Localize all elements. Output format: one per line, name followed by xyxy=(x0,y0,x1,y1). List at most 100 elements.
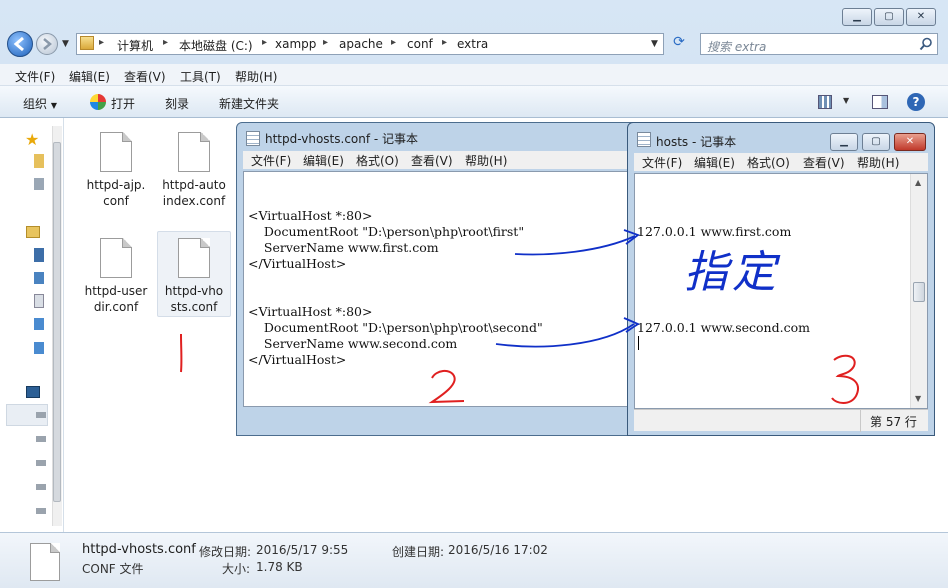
favorites-star-icon[interactable]: ★ xyxy=(25,130,39,149)
arrow-annotation-first xyxy=(514,229,640,256)
drive-icon[interactable] xyxy=(36,460,46,466)
menu-file[interactable]: 文件(F) xyxy=(251,152,291,169)
annotation-zhiding: 指定 xyxy=(684,247,780,298)
open-button[interactable]: 打开 xyxy=(111,95,135,112)
annotation-2 xyxy=(428,370,465,404)
documents-icon[interactable] xyxy=(34,294,44,308)
menu-help[interactable]: 帮助(H) xyxy=(235,68,277,85)
minimize-button[interactable]: ▁ xyxy=(830,133,858,151)
menu-tools[interactable]: 工具(T) xyxy=(180,68,221,85)
command-bar: 组织 ▼ 打开 刻录 新建文件夹 ▼ ? xyxy=(0,86,948,118)
music-icon[interactable] xyxy=(34,318,44,330)
preview-pane-icon[interactable] xyxy=(872,95,888,109)
menu-file[interactable]: 文件(F) xyxy=(15,68,55,85)
menu-help[interactable]: 帮助(H) xyxy=(465,152,507,169)
arrow-annotation-second xyxy=(495,317,640,348)
hosts-notepad-menu: 文件(F) 编辑(E) 格式(O) 查看(V) 帮助(H) xyxy=(634,153,928,171)
navigation-pane: ★ xyxy=(0,118,64,532)
status-bar: 第 57 行 xyxy=(634,409,928,432)
breadcrumb-item[interactable]: extra xyxy=(457,37,488,51)
scroll-down-icon[interactable]: ▼ xyxy=(915,394,921,403)
view-dropdown-icon[interactable]: ▼ xyxy=(843,96,849,105)
new-folder-button[interactable]: 新建文件夹 xyxy=(219,95,279,112)
drive-icon[interactable] xyxy=(36,484,46,490)
forward-button[interactable] xyxy=(36,33,58,55)
breadcrumb-item[interactable]: 计算机 xyxy=(117,37,153,54)
help-icon[interactable]: ? xyxy=(907,93,925,111)
notepad-icon xyxy=(246,131,260,146)
file-icon[interactable] xyxy=(100,132,132,172)
hosts-editor[interactable]: 127.0.0.1 www.first.com 127.0.0.1 www.se… xyxy=(634,173,928,409)
details-size-value: 1.78 KB xyxy=(256,560,303,574)
menu-view[interactable]: 查看(V) xyxy=(411,152,453,169)
nav-scrollbar-thumb[interactable] xyxy=(53,142,61,502)
scroll-up-icon[interactable]: ▲ xyxy=(915,178,921,187)
history-dropdown-icon[interactable]: ▼ xyxy=(62,39,69,49)
breadcrumb-item[interactable]: conf xyxy=(407,37,433,51)
breadcrumb-item[interactable]: 本地磁盘 (C:) xyxy=(179,37,253,54)
file-icon[interactable] xyxy=(178,132,210,172)
libraries-icon[interactable] xyxy=(26,226,40,238)
minimize-button[interactable]: ▁ xyxy=(842,8,872,26)
menu-view[interactable]: 查看(V) xyxy=(124,68,166,85)
menu-file[interactable]: 文件(F) xyxy=(642,154,682,171)
file-item-httpd-vhosts[interactable]: httpd-vho sts.conf xyxy=(158,283,230,315)
close-button[interactable]: ✕ xyxy=(894,133,926,151)
breadcrumb-item[interactable]: apache xyxy=(339,37,383,51)
open-with-icon xyxy=(90,94,106,110)
code-line: DocumentRoot "D:\person\php\root\first" xyxy=(248,224,525,239)
drive-icon[interactable] xyxy=(36,436,46,442)
address-dropdown-icon[interactable]: ▼ xyxy=(651,39,658,49)
file-item-httpd-autoindex[interactable]: httpd-auto index.conf xyxy=(158,177,230,209)
menu-bar: 文件(F) 编辑(E) 查看(V) 工具(T) 帮助(H) xyxy=(0,64,948,86)
menu-view[interactable]: 查看(V) xyxy=(803,154,845,171)
menu-help[interactable]: 帮助(H) xyxy=(857,154,899,171)
address-bar[interactable]: ▸ 计算机 ▸ 本地磁盘 (C:) ▸ xampp ▸ apache ▸ con… xyxy=(76,33,664,55)
arrow-left-icon xyxy=(13,36,24,52)
vhosts-notepad-menu: 文件(F) 编辑(E) 格式(O) 查看(V) 帮助(H) xyxy=(243,151,639,169)
annotation-3 xyxy=(831,354,859,404)
drive-icon[interactable] xyxy=(36,508,46,514)
dropdown-icon: ▼ xyxy=(50,101,57,110)
organize-button[interactable]: 组织 ▼ xyxy=(23,95,57,112)
details-filename: httpd-vhosts.conf xyxy=(82,542,196,557)
back-button[interactable] xyxy=(7,31,33,57)
scrollbar-thumb[interactable] xyxy=(913,282,925,302)
pictures-icon[interactable] xyxy=(34,272,44,284)
search-input[interactable]: 搜索 extra xyxy=(700,33,938,55)
search-icon[interactable] xyxy=(919,37,933,51)
details-modified-label: 修改日期: xyxy=(199,545,252,559)
computer-icon[interactable] xyxy=(26,386,40,398)
music-icon[interactable] xyxy=(34,342,44,354)
videos-icon[interactable] xyxy=(34,248,44,262)
file-item-httpd-ajp[interactable]: httpd-ajp. conf xyxy=(80,177,152,209)
file-icon xyxy=(30,543,60,581)
code-line: </VirtualHost> xyxy=(248,256,347,271)
vertical-scrollbar[interactable]: ▲ ▼ xyxy=(910,174,927,408)
file-item-httpd-userdir[interactable]: httpd-user dir.conf xyxy=(80,283,152,315)
menu-edit[interactable]: 编辑(E) xyxy=(303,152,344,169)
details-type: CONF 文件 xyxy=(82,562,144,576)
hosts-notepad-title: hosts - 记事本 xyxy=(656,135,737,149)
code-line: </VirtualHost> xyxy=(248,352,347,367)
maximize-button[interactable]: ▢ xyxy=(874,8,904,26)
details-created-label: 创建日期: xyxy=(392,545,445,559)
folder-icon[interactable] xyxy=(34,154,44,168)
refresh-icon[interactable]: ⟳ xyxy=(668,34,690,54)
menu-format[interactable]: 格式(O) xyxy=(356,152,399,169)
file-icon[interactable] xyxy=(100,238,132,278)
view-options-icon[interactable] xyxy=(818,95,832,109)
menu-format[interactable]: 格式(O) xyxy=(747,154,790,171)
burn-button[interactable]: 刻录 xyxy=(165,95,189,112)
file-icon[interactable] xyxy=(178,238,210,278)
menu-edit[interactable]: 编辑(E) xyxy=(694,154,735,171)
downloads-icon[interactable] xyxy=(34,178,44,190)
maximize-button[interactable]: ▢ xyxy=(862,133,890,151)
details-created-value: 2016/5/16 17:02 xyxy=(448,543,548,557)
close-button[interactable]: ✕ xyxy=(906,8,936,26)
code-line: 127.0.0.1 www.second.com xyxy=(637,320,810,335)
breadcrumb-item[interactable]: xampp xyxy=(275,37,316,51)
code-line: ServerName www.second.com xyxy=(248,336,458,351)
code-line: <VirtualHost *:80> xyxy=(248,304,373,319)
menu-edit[interactable]: 编辑(E) xyxy=(69,68,110,85)
